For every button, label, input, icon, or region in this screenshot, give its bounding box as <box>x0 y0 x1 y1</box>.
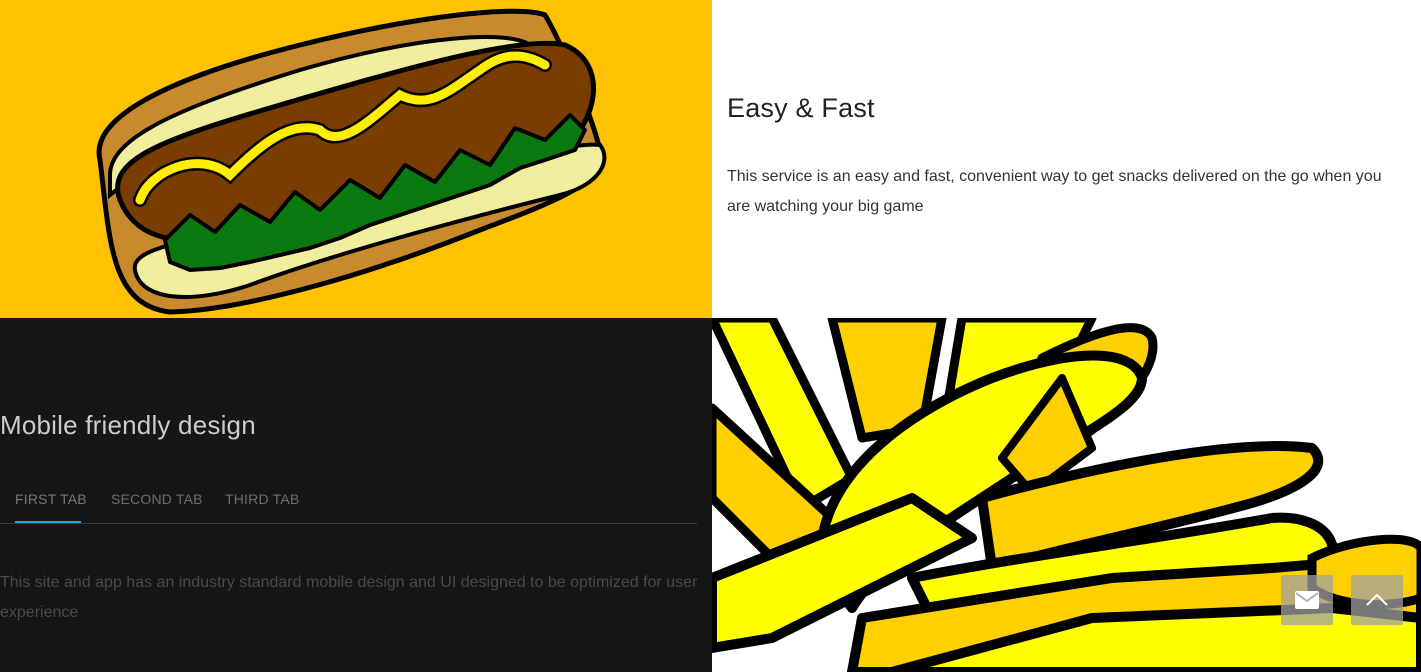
tab-bar: FIRST TAB SECOND TAB THIRD TAB <box>0 481 697 524</box>
contact-mail-button[interactable] <box>1281 575 1333 625</box>
easy-fast-description: This service is an easy and fast, conven… <box>727 168 1382 215</box>
hotdog-illustration <box>96 8 607 315</box>
envelope-icon <box>1295 591 1319 609</box>
active-tab-indicator <box>15 521 81 523</box>
scroll-to-top-button[interactable] <box>1351 575 1403 625</box>
mobile-design-section: Mobile friendly design FIRST TAB SECOND … <box>0 318 712 672</box>
tab-second[interactable]: SECOND TAB <box>111 491 203 507</box>
easy-fast-heading: Easy & Fast <box>727 93 875 123</box>
tab-content-text: This site and app has an industry standa… <box>0 574 698 621</box>
chevron-up-icon <box>1366 593 1388 606</box>
tab-first[interactable]: FIRST TAB <box>15 491 87 507</box>
mobile-design-heading: Mobile friendly design <box>0 410 256 440</box>
hotdog-image-panel <box>0 0 712 318</box>
easy-fast-section: Easy & Fast This service is an easy and … <box>712 0 1421 318</box>
tab-third[interactable]: THIRD TAB <box>225 491 299 507</box>
